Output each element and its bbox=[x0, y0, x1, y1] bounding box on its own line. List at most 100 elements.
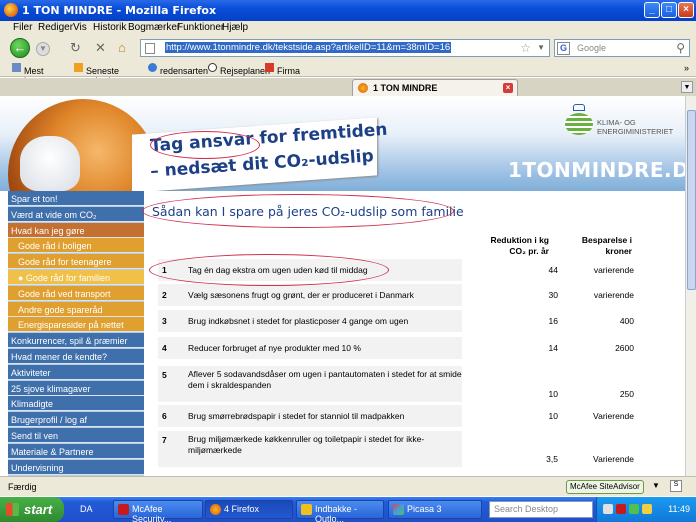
row-reduction: 14 bbox=[462, 337, 562, 359]
sidebar-item[interactable]: Materiale & Partnere bbox=[8, 443, 144, 459]
bookmark-rejseplanen[interactable]: Rejseplanen bbox=[208, 63, 270, 76]
menu-bookmarks[interactable]: Bogmærker bbox=[128, 22, 180, 33]
sidebar-item[interactable]: Brugerprofil / log af bbox=[8, 412, 144, 428]
bookmark-redensarten[interactable]: redensarten bbox=[148, 63, 208, 76]
outlook-icon bbox=[301, 504, 312, 515]
home-icon[interactable]: ⌂ bbox=[118, 40, 126, 55]
row-number: 3 bbox=[162, 316, 167, 326]
page-icon bbox=[145, 43, 155, 54]
desktop-search[interactable]: Search Desktop bbox=[489, 501, 593, 518]
sidebar-nav: Spar et ton! Værd at vide om CO₂ Hvad kan … bbox=[8, 191, 144, 476]
network-icon[interactable] bbox=[603, 504, 613, 514]
table-row: 2 Vælg sæsonens frugt og grønt, der er pr… bbox=[158, 284, 638, 306]
firefox-icon bbox=[210, 504, 221, 515]
bookmark-most-visited[interactable]: Mest besøgte bbox=[12, 63, 57, 86]
bookmark-latest-news[interactable]: Seneste nyheder bbox=[74, 63, 119, 86]
polar-bear-image bbox=[20, 136, 80, 191]
sidebar-item[interactable]: 25 sjove klimagaver bbox=[8, 380, 144, 396]
row-number: 2 bbox=[162, 290, 167, 300]
sidebar-item[interactable]: Værd at vide om CO₂ bbox=[8, 206, 144, 222]
taskbar-label: 4 Firefox bbox=[224, 504, 260, 514]
sidebar-item[interactable]: Konkurrencer, spil & præmier bbox=[8, 333, 144, 349]
clock-icon bbox=[208, 63, 217, 72]
speaker-icon[interactable] bbox=[642, 504, 652, 514]
address-url[interactable]: http://www.1tonmindre.dk/tekstside.asp?a… bbox=[165, 42, 452, 53]
taskbar-picasa[interactable]: Picasa 3 bbox=[388, 500, 482, 519]
column-header-reduction: Reduktion i kg CO₂ pr. år bbox=[490, 235, 549, 256]
bookmark-firma[interactable]: Firma - bbox=[265, 63, 300, 86]
sidebar-item[interactable]: Gode råd ved transport bbox=[8, 285, 144, 301]
bookmark-star-icon[interactable]: ☆ bbox=[520, 41, 531, 55]
heading-highlight bbox=[142, 194, 454, 228]
dropdown-icon[interactable]: ▼ bbox=[652, 481, 660, 490]
sidebar-item[interactable]: Andre gode spareråd bbox=[8, 301, 144, 317]
mcafee-icon bbox=[118, 504, 129, 515]
menu-edit[interactable]: Rediger bbox=[38, 22, 73, 33]
start-button[interactable]: start bbox=[0, 497, 64, 522]
sidebar-item[interactable]: Spar et ton! bbox=[8, 191, 144, 206]
table-row: 6 Brug smørrebrødspapir i stedet for stan… bbox=[158, 405, 638, 427]
sidebar-item[interactable]: Send til ven bbox=[8, 428, 144, 443]
stop-icon[interactable]: ✕ bbox=[95, 40, 106, 56]
tab-list-icon[interactable]: ▼ bbox=[681, 81, 693, 93]
addon-icon[interactable]: S bbox=[670, 480, 682, 492]
row-number: 4 bbox=[162, 343, 167, 353]
row-savings: 250 bbox=[562, 366, 638, 402]
sidebar-item[interactable]: Hvad kan jeg gøre bbox=[8, 222, 144, 238]
tab-1tonmindre[interactable]: 1 TON MINDRE × bbox=[352, 79, 518, 96]
tab-close-icon[interactable]: × bbox=[503, 83, 513, 93]
sidebar-item[interactable]: Gode råd i boligen bbox=[8, 238, 144, 254]
bookmarks-overflow-icon[interactable]: » bbox=[684, 63, 689, 73]
sidebar-item[interactable]: Aktiviteter bbox=[8, 364, 144, 380]
system-tray: 11:49 bbox=[596, 497, 696, 522]
desktop-search-placeholder: Search Desktop bbox=[494, 504, 559, 514]
windows-taskbar: start DA McAfee Security... 4 Firefox In… bbox=[0, 497, 696, 522]
close-button[interactable]: × bbox=[678, 2, 694, 18]
row-text: Brug smørrebrødspapir i stedet for stann… bbox=[188, 411, 405, 421]
sidebar-item[interactable]: Undervisning bbox=[8, 459, 144, 475]
row-number: 6 bbox=[162, 411, 167, 421]
siteadvisor-badge[interactable]: McAfee SiteAdvisor bbox=[566, 480, 644, 494]
language-indicator[interactable]: DA bbox=[80, 504, 93, 514]
url-dropdown-icon[interactable]: ▼ bbox=[537, 43, 545, 52]
update-icon[interactable] bbox=[629, 504, 639, 514]
sidebar-item[interactable]: Energisparesider på nettet bbox=[8, 317, 144, 333]
address-bar[interactable]: http://www.1tonmindre.dk/tekstside.asp?a… bbox=[140, 39, 550, 57]
row-savings: 400 bbox=[562, 310, 638, 332]
sidebar-item[interactable]: Hvad mener de kendte? bbox=[8, 349, 144, 364]
maximize-button[interactable]: □ bbox=[661, 2, 677, 18]
menu-history[interactable]: Historik bbox=[93, 22, 126, 33]
search-engine-icon[interactable]: G bbox=[557, 42, 570, 55]
row-reduction: 10 bbox=[462, 405, 562, 427]
site-name[interactable]: 1TONMINDRE.DK bbox=[508, 158, 685, 182]
sidebar-item[interactable]: Klimadigte bbox=[8, 396, 144, 412]
forward-button[interactable]: ▼ bbox=[36, 42, 50, 56]
search-icon[interactable]: ⚲ bbox=[676, 41, 685, 55]
antivirus-icon[interactable] bbox=[616, 504, 626, 514]
bookmarks-toolbar: Mest besøgte Seneste nyheder redensarten… bbox=[0, 60, 696, 86]
scrollbar-thumb[interactable] bbox=[687, 110, 696, 290]
search-placeholder: Google bbox=[577, 43, 607, 53]
ministry-name: KLIMA- OG ENERGIMINISTERIET bbox=[597, 118, 674, 136]
tab-bar: 1 TON MINDRE × ▼ bbox=[0, 78, 696, 96]
row-savings: varierende bbox=[562, 284, 638, 306]
menu-help[interactable]: Hjælp bbox=[222, 22, 248, 33]
row-reduction: 44 bbox=[462, 259, 562, 281]
menu-file[interactable]: Filer bbox=[13, 22, 32, 33]
windows-logo-icon bbox=[6, 503, 19, 516]
taskbar-firefox[interactable]: 4 Firefox bbox=[205, 500, 293, 519]
menu-tools[interactable]: Funktioner bbox=[177, 22, 224, 33]
back-button[interactable]: ← bbox=[10, 38, 30, 58]
menu-view[interactable]: Vis bbox=[73, 22, 87, 33]
search-box[interactable]: G Google ⚲ bbox=[554, 39, 690, 57]
main-content: Sådan kan I spare på jeres CO₂-udslip so… bbox=[142, 191, 685, 476]
status-text: Færdig bbox=[8, 482, 37, 492]
minimize-button[interactable]: _ bbox=[644, 2, 660, 18]
row-text: Brug miljømærkede køkkenruller og toilet… bbox=[188, 434, 425, 455]
vertical-scrollbar[interactable] bbox=[685, 96, 696, 476]
taskbar-mcafee[interactable]: McAfee Security... bbox=[113, 500, 203, 522]
sidebar-item[interactable]: Gode råd for teenagere bbox=[8, 254, 144, 270]
sidebar-item[interactable]: ● Gode råd for familien bbox=[8, 270, 144, 285]
taskbar-outlook[interactable]: Indbakke - Outlo... bbox=[296, 500, 384, 522]
reload-icon[interactable]: ↻ bbox=[70, 40, 81, 56]
